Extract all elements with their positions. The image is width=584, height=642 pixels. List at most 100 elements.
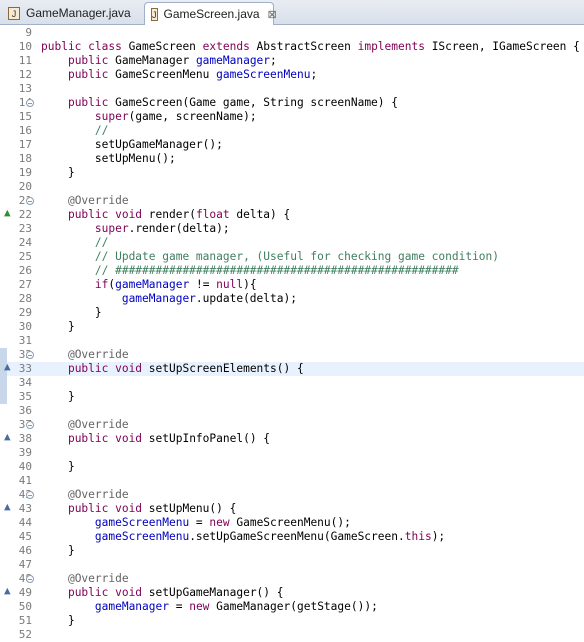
code-line[interactable]: 11 public GameManager gameManager; [0,54,584,68]
code-line[interactable]: 20 [0,180,584,194]
code-text: @Override [67,194,129,207]
tab-gamescreen-java[interactable]: J GameScreen.java ⊠ [144,2,277,25]
code-line[interactable]: 41 [0,474,584,488]
code-text: gameScreenMenu.setUpGameScreenMenu(GameS… [94,530,446,543]
code-line[interactable]: 46 } [0,544,584,558]
code-line[interactable]: 15 super(game, screenName); [0,110,584,124]
code-line[interactable]: 23 super.render(delta); [0,222,584,236]
code-line[interactable]: ▲ 49 public void setUpGameManager() { [0,584,584,600]
code-line[interactable]: 17 setUpGameManager(); [0,138,584,152]
code-line[interactable]: 30 } [0,320,584,334]
code-line[interactable]: 25 // Update game manager, (Useful for c… [0,250,584,264]
line-number: 15 [18,110,32,123]
code-text: } [41,460,75,473]
code-line[interactable]: 28 gameManager.update(delta); [0,292,584,306]
code-line[interactable]: 10 public class GameScreen extends Abstra… [0,40,584,54]
close-icon[interactable]: ⊠ [268,8,277,21]
code-line[interactable]: 9 [0,26,584,40]
line-number: 38 [18,432,32,445]
code-line[interactable]: 16 // [0,124,584,138]
java-file-icon: J [151,7,158,21]
code-line[interactable]: 44 gameScreenMenu = new GameScreenMenu()… [0,516,584,530]
code-text: public void setUpInfoPanel() { [67,432,271,445]
line-number: 28 [18,292,32,305]
line-number: 20 [18,180,32,193]
code-line[interactable]: 37 @Override [0,418,584,432]
code-text: // [94,124,109,137]
code-line[interactable]: 32 @Override [0,348,584,362]
code-text: public void setUpGameManager() { [67,586,284,599]
line-number: 45 [18,530,32,543]
line-number: 13 [18,82,32,95]
line-number: 25 [18,250,32,263]
code-line[interactable]: ▲ 43 public void setUpMenu() { [0,500,584,516]
line-number: 34 [18,376,32,389]
line-number: 16 [18,124,32,137]
code-line[interactable]: 40 } [0,460,584,474]
tab-label: GameManager.java [26,6,131,20]
fold-toggle-icon[interactable] [26,197,34,205]
code-line[interactable]: 24 // [0,236,584,250]
line-number: 27 [18,278,32,291]
code-line[interactable]: 27 if(gameManager != null){ [0,278,584,292]
code-text: } [41,390,75,403]
code-line[interactable]: 45 gameScreenMenu.setUpGameScreenMenu(Ga… [0,530,584,544]
line-number: 35 [18,390,32,403]
fold-toggle-icon[interactable] [26,351,34,359]
code-text: if(gameManager != null){ [94,278,257,291]
code-text: public GameScreenMenu gameScreenMenu; [67,68,318,81]
code-line[interactable]: 36 [0,404,584,418]
code-line[interactable]: ▲ 22 public void render(float delta) { [0,206,584,222]
line-number: 44 [18,516,32,529]
code-text: gameManager.update(delta); [121,292,297,305]
code-line[interactable]: 29 } [0,306,584,320]
line-number: 49 [18,586,32,599]
code-line[interactable]: 48 @Override [0,572,584,586]
line-number: 9 [25,26,32,39]
line-number: 47 [18,558,32,571]
code-text: public class GameScreen extends Abstract… [41,40,580,53]
code-line[interactable]: 12 public GameScreenMenu gameScreenMenu; [0,68,584,82]
fold-toggle-icon[interactable] [26,99,34,107]
code-text: super(game, screenName); [94,110,257,123]
code-line[interactable]: 18 setUpMenu(); [0,152,584,166]
code-line[interactable]: 34 [0,376,584,390]
code-line[interactable]: 39 [0,446,584,460]
code-line[interactable]: 26 // ##################################… [0,264,584,278]
editor-tab-bar: J GameManager.java J GameScreen.java ⊠ [0,0,584,25]
code-text: public GameManager gameManager; [67,54,277,67]
code-line[interactable]: 13 [0,82,584,96]
code-line[interactable]: 31 [0,334,584,348]
code-text: gameScreenMenu = new GameScreenMenu(); [94,516,351,529]
code-line[interactable]: 47 [0,558,584,572]
fold-toggle-icon[interactable] [26,575,34,583]
line-number: 31 [18,334,32,347]
code-text: @Override [67,348,129,361]
line-number: 10 [18,40,32,53]
occurrence-marker [0,376,7,390]
code-line[interactable]: 42 @Override [0,488,584,502]
code-line[interactable]: 21 @Override [0,194,584,208]
code-text: @Override [67,572,129,585]
code-editor[interactable]: 9 10 public class GameScreen extends Abstr… [0,25,584,641]
code-line[interactable]: ▲ 33 public void setUpScreenElements() { [0,360,584,376]
code-text: setUpMenu(); [41,152,176,165]
code-line[interactable]: ▲ 38 public void setUpInfoPanel() { [0,430,584,446]
code-line[interactable]: 35 } [0,390,584,404]
code-line[interactable]: 14 public GameScreen(Game game, String s… [0,96,584,110]
line-number: 40 [18,460,32,473]
code-text: public void render(float delta) { [67,208,291,221]
fold-toggle-icon[interactable] [26,421,34,429]
line-number: 24 [18,236,32,249]
code-line[interactable]: 51 } [0,614,584,628]
fold-toggle-icon[interactable] [26,491,34,499]
line-number: 18 [18,152,32,165]
tab-gamemanager-java[interactable]: J GameManager.java [2,3,140,23]
code-text: // #####################################… [94,264,459,277]
code-line[interactable]: 50 gameManager = new GameManager(getStag… [0,600,584,614]
line-number: 36 [18,404,32,417]
code-line[interactable]: 19 } [0,166,584,180]
line-number: 50 [18,600,32,613]
line-number: 43 [18,502,32,515]
code-text: } [41,306,102,319]
